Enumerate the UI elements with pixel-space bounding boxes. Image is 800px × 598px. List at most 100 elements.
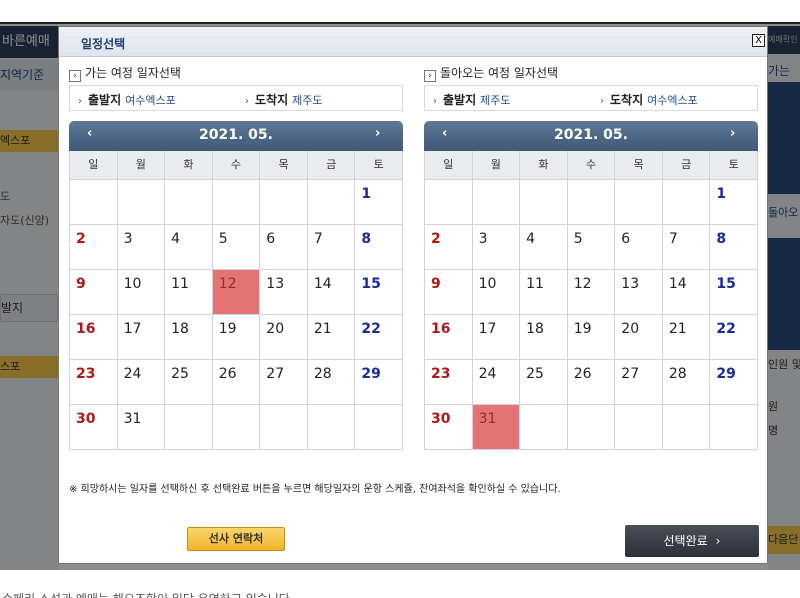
day-cell[interactable]: 22 [355,315,403,360]
day-cell[interactable]: 24 [117,360,166,405]
day-cell[interactable]: 29 [710,360,758,405]
day-cell[interactable]: 16 [425,315,473,360]
day-cell[interactable]: 29 [355,360,403,405]
weekday-wed: 수 [213,151,261,179]
day-cell[interactable]: 6 [615,225,663,270]
day-cell[interactable]: 27 [615,360,663,405]
day-cell[interactable]: 1 [355,180,403,225]
empty-day-cell [425,180,473,225]
day-cell[interactable]: 14 [662,270,711,315]
day-cell[interactable]: 17 [472,315,521,360]
day-cell[interactable]: 17 [117,315,166,360]
from-label: 출발지 [88,93,122,107]
calendar-header: ‹ 2021. 05. › [69,121,403,151]
day-cell[interactable]: 21 [307,315,356,360]
day-cell[interactable]: 4 [520,225,568,270]
day-cell[interactable]: 18 [165,315,213,360]
day-cell[interactable]: 21 [662,315,711,360]
empty-day-cell [520,180,568,225]
day-cell[interactable]: 28 [307,360,356,405]
empty-day-cell [567,405,616,450]
close-button[interactable]: X [752,34,765,47]
chevron-right-icon: › [69,70,81,82]
day-cell[interactable]: 15 [355,270,403,315]
next-month-button[interactable]: › [730,126,735,141]
day-cell[interactable]: 10 [117,270,166,315]
empty-day-cell [307,180,356,225]
weekday-sat: 토 [710,151,758,179]
carrier-contact-button[interactable]: 선사 연락처 [187,527,285,551]
day-cell[interactable]: 13 [615,270,663,315]
day-cell[interactable]: 18 [520,315,568,360]
day-cell[interactable]: 8 [355,225,403,270]
day-cell[interactable]: 10 [472,270,521,315]
day-cell[interactable]: 7 [662,225,711,270]
selected-day-cell[interactable]: 12 [212,270,261,315]
day-cell[interactable]: 22 [710,315,758,360]
weekday-row: 일 월 화 수 목 금 토 [424,151,758,179]
empty-day-cell [212,405,261,450]
day-cell[interactable]: 28 [662,360,711,405]
empty-day-cell [567,180,616,225]
chevron-right-icon: › [245,96,249,107]
chevron-right-icon: › [600,96,604,107]
day-cell[interactable]: 31 [117,405,166,450]
day-cell[interactable]: 24 [472,360,521,405]
day-cell[interactable]: 19 [567,315,616,360]
select-complete-button[interactable]: 선택완료 › [625,525,759,557]
day-cell[interactable]: 15 [710,270,758,315]
day-cell[interactable]: 9 [70,270,118,315]
outbound-title-text: 가는 여정 일자선택 [85,66,181,80]
day-cell[interactable]: 26 [212,360,261,405]
calendar-month: 2021. 05. [554,127,628,143]
day-cell[interactable]: 3 [472,225,521,270]
day-cell[interactable]: 12 [567,270,616,315]
empty-day-cell [615,180,663,225]
day-cell[interactable]: 8 [710,225,758,270]
day-cell[interactable]: 23 [70,360,118,405]
day-cell[interactable]: 16 [70,315,118,360]
outbound-to: › 도착지 제주도 [245,91,323,108]
day-cell[interactable]: 1 [710,180,758,225]
to-value: 여수엑스포 [647,94,698,107]
day-cell[interactable]: 20 [260,315,308,360]
notice-text: ※ 희망하시는 일자를 선택하신 후 선택완료 버튼을 누르면 해당일자의 운항… [69,484,561,495]
day-cell[interactable]: 14 [307,270,356,315]
day-cell[interactable]: 5 [212,225,261,270]
weekday-mon: 월 [118,151,166,179]
day-cell[interactable]: 5 [567,225,616,270]
empty-day-cell [260,180,308,225]
day-cell[interactable]: 23 [425,360,473,405]
to-label: 도착지 [255,93,289,107]
selected-day-cell[interactable]: 31 [472,405,521,450]
calendar-header: ‹ 2021. 05. › [424,121,758,151]
day-cell[interactable]: 9 [425,270,473,315]
weekday-sat: 토 [355,151,403,179]
day-cell[interactable]: 27 [260,360,308,405]
select-complete-label: 선택완료 [663,534,708,548]
day-cell[interactable]: 4 [165,225,213,270]
outbound-section-title: › 가는 여정 일자선택 [69,64,181,82]
day-cell[interactable]: 30 [70,405,118,450]
day-cell[interactable]: 6 [260,225,308,270]
day-cell[interactable]: 19 [212,315,261,360]
weekday-wed: 수 [568,151,616,179]
day-cell[interactable]: 25 [165,360,213,405]
day-cell[interactable]: 2 [425,225,473,270]
day-cell[interactable]: 25 [520,360,568,405]
day-cell[interactable]: 26 [567,360,616,405]
day-cell[interactable]: 2 [70,225,118,270]
day-cell[interactable]: 3 [117,225,166,270]
empty-day-cell [615,405,663,450]
empty-day-cell [472,180,521,225]
day-cell[interactable]: 7 [307,225,356,270]
day-cell[interactable]: 11 [165,270,213,315]
modal-title: 일정선택 [81,37,126,51]
next-month-button[interactable]: › [375,126,380,141]
day-cell[interactable]: 20 [615,315,663,360]
day-cell[interactable]: 11 [520,270,568,315]
weekday-fri: 금 [663,151,711,179]
weekday-thu: 목 [260,151,308,179]
day-cell[interactable]: 13 [260,270,308,315]
day-cell[interactable]: 30 [425,405,473,450]
